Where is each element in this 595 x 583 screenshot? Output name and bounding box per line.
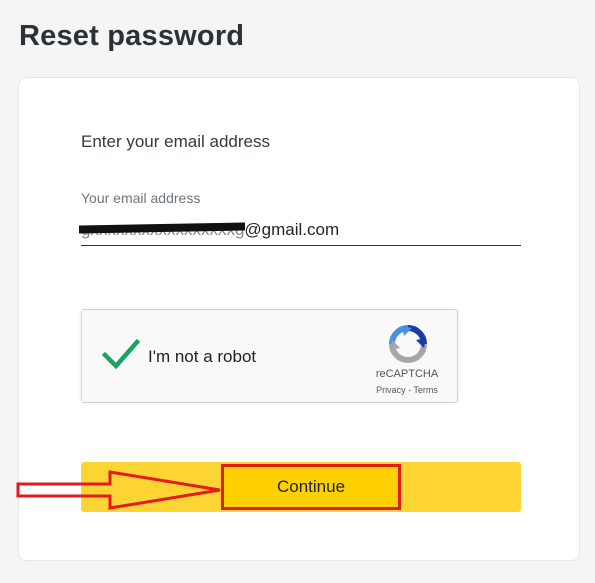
recaptcha-links: Privacy - Terms [362, 385, 452, 395]
terms-link[interactable]: Terms [413, 385, 438, 395]
page-title: Reset password [19, 20, 245, 52]
recaptcha-logo-icon [389, 325, 427, 363]
instruction-text: Enter your email address [81, 132, 270, 151]
email-field-label: Your email address [81, 190, 201, 206]
recaptcha-brand: reCAPTCHA [375, 368, 439, 380]
privacy-link[interactable]: Privacy [376, 385, 406, 395]
arrow-right-icon [16, 470, 221, 510]
continue-button-label: Continue [276, 477, 346, 496]
check-icon[interactable] [102, 338, 140, 370]
recaptcha-label: I'm not a robot [148, 347, 257, 366]
recaptcha-widget: I'm not a robot reCAPTCHA Privacy - Term… [81, 309, 458, 403]
email-field[interactable] [81, 214, 521, 246]
